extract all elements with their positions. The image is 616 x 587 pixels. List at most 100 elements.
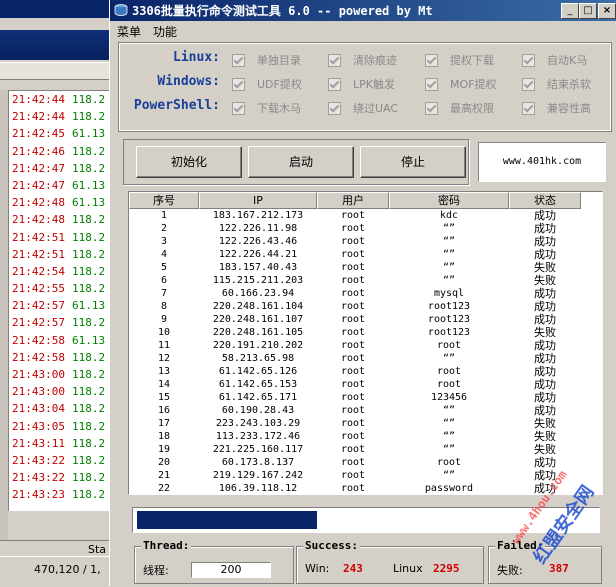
log-time: 21:42:58 — [12, 350, 65, 364]
checkbox-icon[interactable] — [232, 101, 245, 115]
table-row[interactable]: 13 61.142.65.126 root root 成功 — [129, 365, 602, 378]
table-row[interactable]: 15 61.142.65.171 root 123456 成功 — [129, 391, 602, 404]
table-row[interactable]: 11 220.191.210.202 root root 成功 — [129, 339, 602, 352]
table-row[interactable]: 17 223.243.103.29 root “” 失败 — [129, 417, 602, 430]
start-button[interactable]: 启动 — [248, 146, 354, 178]
log-row: 21:42:51 118.2 — [9, 229, 113, 246]
linux-label: Linux — [393, 562, 423, 575]
cell-password: root — [436, 457, 462, 468]
table-row[interactable]: 8 220.248.161.104 root root123 成功 — [129, 300, 602, 313]
log-time: 21:42:48 — [12, 213, 65, 227]
option-windows-3[interactable]: 结束杀软 — [522, 76, 591, 92]
option-linux-3[interactable]: 自动K马 — [522, 52, 587, 68]
table-row[interactable]: 16 60.190.28.43 root “” 成功 — [129, 404, 602, 417]
column-header-password[interactable]: 密码 — [389, 192, 509, 209]
progress-segment — [137, 511, 152, 529]
log-row: 21:42:47 61.13 — [9, 177, 113, 194]
cell-status: 成功 — [534, 300, 556, 313]
cell-index: 8 — [160, 301, 168, 312]
table-row[interactable]: 10 220.248.161.105 root root123 失败 — [129, 326, 602, 339]
cell-status: 失败 — [534, 417, 556, 430]
table-row[interactable]: 9 220.248.161.107 root root123 成功 — [129, 313, 602, 326]
cell-user: root — [340, 340, 366, 351]
option-windows-1[interactable]: LPK触发 — [328, 76, 395, 92]
table-row[interactable]: 1 183.167.212.173 root kdc 成功 — [129, 209, 602, 222]
option-linux-0[interactable]: 单独目录 — [232, 52, 301, 68]
option-linux-1[interactable]: 清除痕迹 — [328, 52, 397, 68]
results-table[interactable]: 序号 IP 用户 密码 状态 1 183.167.212.173 root kdc 成功 2 122… — [128, 191, 603, 495]
thread-group: Thread: 线程: 200 — [134, 539, 294, 584]
checkbox-icon[interactable] — [425, 53, 438, 67]
cell-index: 10 — [157, 327, 171, 338]
log-row: 21:42:57 118.2 — [9, 314, 113, 331]
background-log-list[interactable]: 21:42:44 118.2 21:42:44 118.2 21:42:45 61.13 2… — [8, 90, 113, 511]
table-row[interactable]: 6 115.215.211.203 root “” 失败 — [129, 274, 602, 287]
menu-item-functions[interactable]: 功能 — [153, 23, 177, 40]
option-label: 兼容性高 — [547, 102, 591, 115]
option-linux-2[interactable]: 提权下载 — [425, 52, 494, 68]
table-row[interactable]: 3 122.226.43.46 root “” 成功 — [129, 235, 602, 248]
column-header-index[interactable]: 序号 — [129, 192, 199, 209]
window-titlebar[interactable]: 3306批量执行命令测试工具 6.0 -- powered by Mt _ □ … — [110, 0, 616, 21]
table-row[interactable]: 12 58.213.65.98 root “” 成功 — [129, 352, 602, 365]
column-header-status[interactable]: 状态 — [509, 192, 581, 209]
thread-count-input[interactable]: 200 — [191, 562, 271, 578]
checkbox-icon[interactable] — [425, 101, 438, 115]
stop-button[interactable]: 停止 — [360, 146, 466, 178]
checkbox-icon[interactable] — [522, 53, 535, 67]
log-ip: 118.2 — [71, 368, 106, 381]
cell-status: 成功 — [534, 469, 556, 482]
log-row: 21:42:54 118.2 — [9, 263, 113, 280]
option-windows-2[interactable]: MOF提权 — [425, 76, 496, 92]
table-row[interactable]: 5 183.157.40.43 root “” 失败 — [129, 261, 602, 274]
table-row[interactable]: 18 113.233.172.46 root “” 失败 — [129, 430, 602, 443]
option-powershell-3[interactable]: 兼容性高 — [522, 100, 591, 116]
cell-password: “” — [442, 262, 456, 273]
column-header-user[interactable]: 用户 — [317, 192, 389, 209]
background-window-titlebar — [0, 0, 112, 18]
menu-item-menu[interactable]: 菜单 — [117, 23, 141, 40]
log-row: 21:43:11 118.2 — [9, 435, 113, 452]
option-windows-0[interactable]: UDF提权 — [232, 76, 302, 92]
cell-index: 11 — [157, 340, 171, 351]
log-ip: 118.2 — [71, 247, 106, 261]
log-row: 21:42:58 118.2 — [9, 349, 113, 366]
log-time: 21:43:05 — [12, 419, 65, 433]
init-button[interactable]: 初始化 — [136, 146, 242, 178]
cell-ip: 220.248.161.107 — [212, 314, 304, 325]
cell-user: root — [340, 223, 366, 234]
cell-ip: 221.225.160.117 — [212, 444, 304, 455]
checkbox-icon[interactable] — [425, 77, 438, 91]
cell-index: 18 — [157, 431, 171, 442]
maximize-button[interactable]: □ — [579, 3, 597, 19]
log-ip: 61.13 — [71, 127, 106, 141]
minimize-button[interactable]: _ — [561, 3, 579, 19]
table-row[interactable]: 14 61.142.65.153 root root 成功 — [129, 378, 602, 391]
table-row[interactable]: 21 219.129.167.242 root “” 成功 — [129, 469, 602, 482]
table-row[interactable]: 19 221.225.160.117 root “” 失败 — [129, 443, 602, 456]
table-header: 序号 IP 用户 密码 状态 — [129, 192, 602, 209]
log-row: 21:42:45 61.13 — [9, 125, 113, 142]
checkbox-icon[interactable] — [232, 77, 245, 91]
option-powershell-1[interactable]: 绕过UAC — [328, 100, 398, 116]
cell-status: 失败 — [534, 261, 556, 274]
cell-ip: 223.243.103.29 — [215, 418, 301, 429]
cell-index: 3 — [160, 236, 168, 247]
table-row[interactable]: 7 60.166.23.94 root mysql 成功 — [129, 287, 602, 300]
option-powershell-2[interactable]: 最高权限 — [425, 100, 494, 116]
checkbox-icon[interactable] — [522, 101, 535, 115]
table-row[interactable]: 2 122.226.11.98 root “” 成功 — [129, 222, 602, 235]
checkbox-icon[interactable] — [328, 53, 341, 67]
close-button[interactable]: × — [598, 3, 616, 19]
table-row[interactable]: 20 60.173.8.137 root root 成功 — [129, 456, 602, 469]
os-label-windows: Windows: — [157, 74, 220, 89]
log-row: 21:43:00 118.2 — [9, 366, 113, 383]
checkbox-icon[interactable] — [328, 77, 341, 91]
option-powershell-0[interactable]: 下载木马 — [232, 100, 301, 116]
table-row[interactable]: 22 106.39.118.12 root password 成功 — [129, 482, 602, 494]
column-header-ip[interactable]: IP — [199, 192, 317, 209]
checkbox-icon[interactable] — [522, 77, 535, 91]
checkbox-icon[interactable] — [232, 53, 245, 67]
checkbox-icon[interactable] — [328, 101, 341, 115]
table-row[interactable]: 4 122.226.44.21 root “” 成功 — [129, 248, 602, 261]
